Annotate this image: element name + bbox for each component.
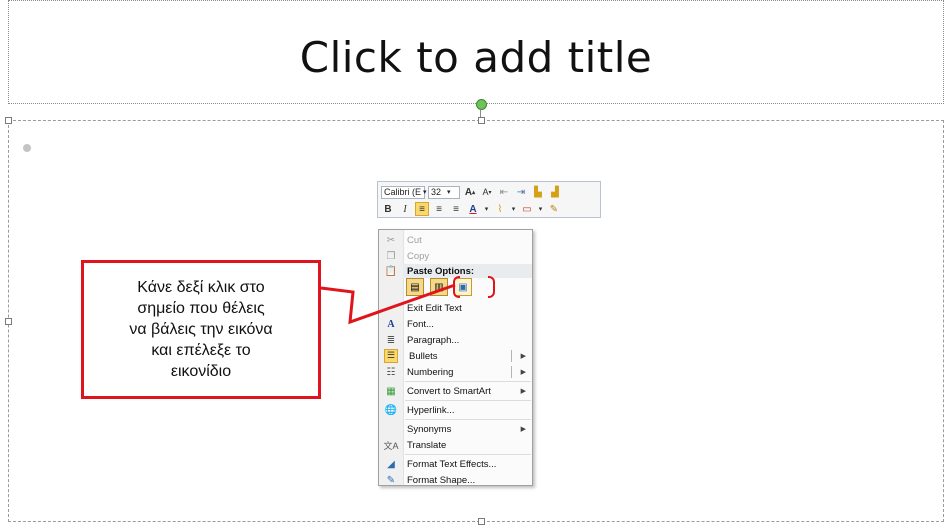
instruction-callout: Κάνε δεξί κλικ στο σημείο που θέλεις να … xyxy=(81,260,321,399)
annotation-connector-line xyxy=(320,283,456,325)
instruction-callout-text: Κάνε δεξί κλικ στο σημείο που θέλεις να … xyxy=(129,279,273,380)
